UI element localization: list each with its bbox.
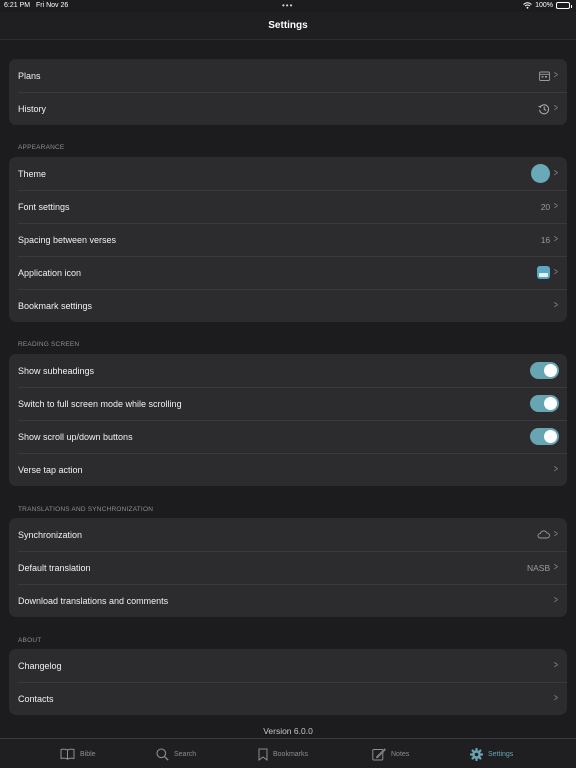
theme-row[interactable]: Theme >: [9, 157, 567, 190]
default-translation-label: Default translation: [18, 562, 91, 573]
book-icon: [60, 748, 75, 760]
translations-header: TRANSLATIONS AND SYNCHRONIZATION: [18, 506, 154, 513]
verse-tap-action-label: Verse tap action: [18, 464, 83, 475]
chevron-right-icon: >: [554, 167, 559, 179]
plans-label: Plans: [18, 70, 41, 81]
about-header: ABOUT: [18, 637, 42, 644]
history-label: History: [18, 103, 47, 114]
chevron-right-icon: >: [554, 299, 559, 311]
wifi-icon: [523, 2, 532, 9]
app-icon-preview-icon: [537, 266, 551, 279]
reading-screen-group: Show subheadings Switch to full screen m…: [9, 354, 567, 486]
tab-settings-label: Settings: [488, 750, 514, 758]
application-icon-label: Application icon: [18, 267, 82, 278]
multitasking-dots-icon[interactable]: •••: [282, 1, 293, 10]
default-translation-value: NASB: [527, 562, 551, 573]
note-pencil-icon: [372, 747, 386, 760]
appearance-header: APPEARANCE: [18, 144, 65, 151]
tab-search[interactable]: Search: [156, 739, 196, 768]
fullscreen-scroll-toggle[interactable]: [530, 395, 559, 412]
chevron-right-icon: >: [554, 69, 559, 81]
tab-search-label: Search: [174, 750, 197, 758]
application-icon-row[interactable]: Application icon >: [9, 256, 567, 289]
reading-screen-header: READING SCREEN: [18, 341, 80, 348]
tab-bible[interactable]: Bible: [60, 739, 96, 768]
download-translations-row[interactable]: Download translations and comments >: [9, 584, 567, 617]
status-indicators: 100%: [523, 2, 572, 9]
contacts-label: Contacts: [18, 693, 54, 704]
default-translation-row[interactable]: Default translation NASB >: [9, 551, 567, 584]
settings-list[interactable]: Plans > History > APPEARANCE Theme > Fon…: [0, 40, 576, 738]
chevron-right-icon: >: [554, 463, 559, 475]
changelog-label: Changelog: [18, 660, 62, 671]
battery-percent: 100%: [535, 2, 553, 9]
version-label: Version 6.0.0: [263, 726, 313, 736]
navigation-bar: Settings: [0, 12, 576, 40]
tab-bookmarks-label: Bookmarks: [273, 750, 309, 758]
synchronization-row[interactable]: Synchronization >: [9, 518, 567, 551]
tab-settings[interactable]: Settings: [470, 739, 513, 768]
about-group: Changelog > Contacts >: [9, 649, 567, 715]
battery-icon: [556, 2, 572, 9]
changelog-row[interactable]: Changelog >: [9, 649, 567, 682]
tab-bar: Bible Search Bookmarks Notes Settings: [0, 738, 576, 768]
font-size-value: 20: [540, 201, 551, 212]
bookmark-settings-label: Bookmark settings: [18, 300, 93, 311]
history-row[interactable]: History >: [9, 92, 567, 125]
chevron-right-icon: >: [554, 528, 559, 540]
font-settings-row[interactable]: Font settings 20 >: [9, 190, 567, 223]
scroll-buttons-label: Show scroll up/down buttons: [18, 431, 133, 442]
status-bar: 6:21 PM Fri Nov 26 ••• 100%: [0, 0, 576, 12]
chevron-right-icon: >: [554, 692, 559, 704]
cloud-icon: [537, 530, 551, 539]
download-translations-label: Download translations and comments: [18, 595, 169, 606]
bookmark-icon: [258, 748, 268, 761]
show-subheadings-toggle[interactable]: [530, 362, 559, 379]
verse-spacing-row[interactable]: Spacing between verses 16 >: [9, 223, 567, 256]
toggle-knob: [544, 364, 557, 377]
scroll-buttons-row: Show scroll up/down buttons: [9, 420, 567, 453]
scroll-buttons-toggle[interactable]: [530, 428, 559, 445]
chevron-right-icon: >: [554, 266, 559, 278]
general-group: Plans > History >: [9, 59, 567, 125]
plans-row[interactable]: Plans >: [9, 59, 567, 92]
search-icon: [156, 747, 169, 761]
show-subheadings-row: Show subheadings: [9, 354, 567, 387]
tab-bible-label: Bible: [80, 750, 96, 758]
chevron-right-icon: >: [554, 561, 559, 573]
chevron-right-icon: >: [554, 594, 559, 606]
font-settings-label: Font settings: [18, 201, 70, 212]
synchronization-label: Synchronization: [18, 529, 83, 540]
status-date: Fri Nov 26: [36, 2, 69, 9]
chevron-right-icon: >: [554, 233, 559, 245]
tab-bookmarks[interactable]: Bookmarks: [258, 739, 308, 768]
bookmark-settings-row[interactable]: Bookmark settings >: [9, 289, 567, 322]
calendar-icon: [539, 71, 551, 81]
history-clock-icon: [538, 103, 550, 114]
fullscreen-scroll-row: Switch to full screen mode while scrolli…: [9, 387, 567, 420]
fullscreen-scroll-label: Switch to full screen mode while scrolli…: [18, 398, 182, 409]
theme-color-swatch: [531, 164, 551, 183]
page-title: Settings: [268, 20, 308, 31]
appearance-group: Theme > Font settings 20 > Spacing betwe…: [9, 157, 567, 322]
status-time: 6:21 PM: [4, 2, 31, 9]
toggle-knob: [544, 430, 557, 443]
verse-spacing-label: Spacing between verses: [18, 234, 117, 245]
show-subheadings-label: Show subheadings: [18, 365, 95, 376]
toggle-knob: [544, 397, 557, 410]
tab-notes[interactable]: Notes: [372, 739, 409, 768]
verse-tap-action-row[interactable]: Verse tap action >: [9, 453, 567, 486]
tab-notes-label: Notes: [391, 750, 410, 758]
chevron-right-icon: >: [554, 102, 559, 114]
contacts-row[interactable]: Contacts >: [9, 682, 567, 715]
theme-label: Theme: [18, 168, 47, 179]
translations-group: Synchronization > Default translation NA…: [9, 518, 567, 617]
chevron-right-icon: >: [554, 659, 559, 671]
chevron-right-icon: >: [554, 200, 559, 212]
verse-spacing-value: 16: [540, 234, 551, 245]
gear-icon: [470, 747, 483, 761]
